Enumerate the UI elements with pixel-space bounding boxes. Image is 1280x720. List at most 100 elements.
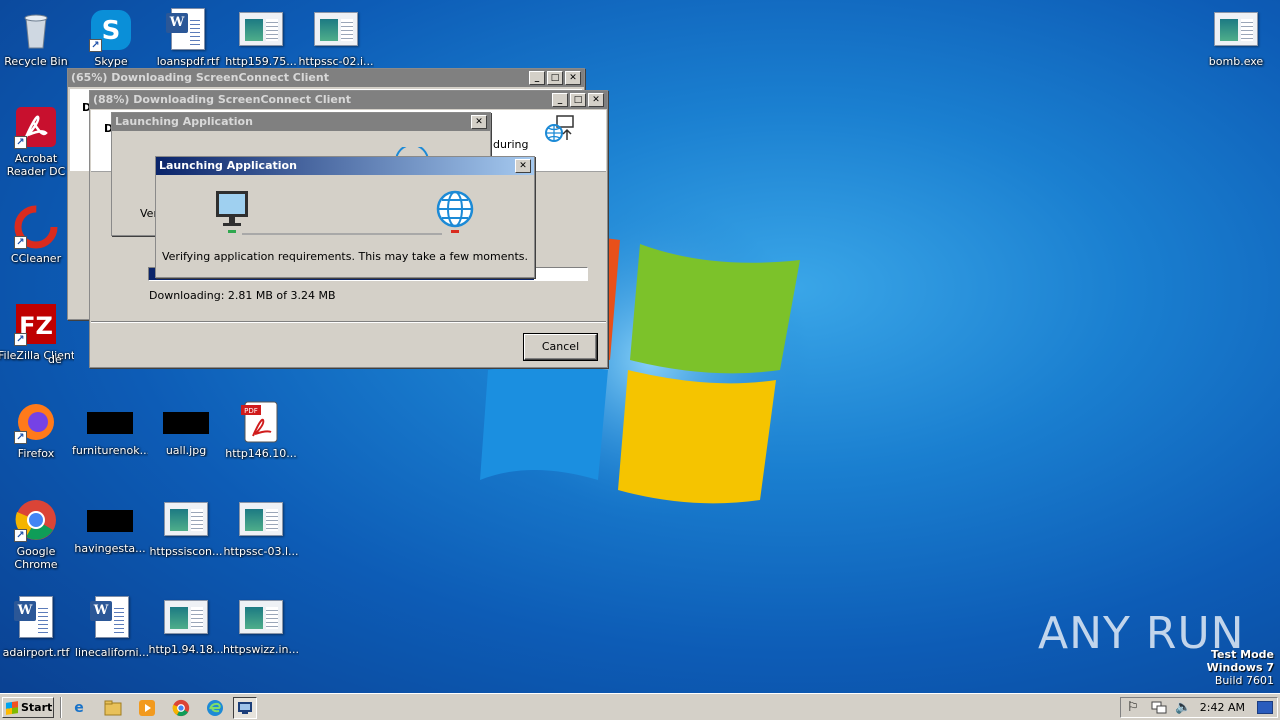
- word-document-icon: W: [90, 596, 129, 638]
- desktop-icon-label: loanspdf.rtf: [156, 55, 220, 68]
- web-file-icon: [239, 600, 283, 634]
- maximize-button[interactable]: □: [547, 71, 563, 85]
- desktop-icon-loanspdf[interactable]: W loanspdf.rtf: [150, 8, 226, 68]
- desktop-icon-skype[interactable]: S ↗ Skype: [73, 8, 149, 68]
- desktop-icon-label: havingesta...: [74, 542, 146, 555]
- window-title-bar[interactable]: Launching Application ✕: [112, 113, 490, 131]
- screenconnect-icon[interactable]: [233, 697, 257, 719]
- maximize-button[interactable]: □: [570, 93, 586, 107]
- ccleaner-icon: ↗: [14, 205, 58, 249]
- desktop-icon-http159[interactable]: http159.75...: [223, 8, 299, 68]
- volume-icon[interactable]: 🔈: [1175, 700, 1191, 715]
- image-thumbnail: [87, 510, 133, 532]
- desktop-icon-label: Acrobat Reader DC: [6, 152, 66, 178]
- edge-icon[interactable]: [204, 698, 226, 718]
- desktop-icon-label: CCleaner: [10, 252, 62, 265]
- web-file-icon: [164, 502, 208, 536]
- close-button[interactable]: ✕: [588, 93, 604, 107]
- desktop-icon-label: de: [48, 353, 62, 366]
- taskbar: Start e ⚐ 🔈 2:42 AM: [0, 693, 1280, 720]
- test-mode-watermark: Test Mode Windows 7 Build 7601: [1207, 648, 1274, 687]
- desktop-icon-uall[interactable]: uall.jpg: [148, 400, 224, 457]
- close-button[interactable]: ✕: [471, 115, 487, 129]
- globe-icon: [436, 190, 474, 233]
- shortcut-arrow-icon: ↗: [14, 136, 27, 149]
- desktop-icon-label: Skype: [94, 55, 128, 68]
- chrome-icon: ↗: [14, 498, 58, 542]
- connection-line: [242, 233, 442, 235]
- desktop-icon-label: uall.jpg: [165, 444, 207, 457]
- desktop-icon-de[interactable]: de: [48, 350, 78, 366]
- shortcut-arrow-icon: ↗: [89, 39, 102, 52]
- desktop-icon-firefox[interactable]: ↗ Firefox: [0, 400, 74, 460]
- window-title: (88%) Downloading ScreenConnect Client: [93, 93, 351, 106]
- desktop-icon-label: linecaliforni...: [74, 646, 150, 659]
- svg-text:PDF: PDF: [244, 407, 258, 415]
- desktop-icon-linecalifornia[interactable]: W linecaliforni...: [74, 596, 150, 659]
- status-message: Verifying application requirements. This…: [161, 250, 529, 263]
- minimize-button[interactable]: _: [552, 93, 568, 107]
- web-file-icon: [239, 502, 283, 536]
- window-title-bar[interactable]: (65%) Downloading ScreenConnect Client _…: [68, 69, 584, 87]
- windows-flag-icon: [6, 701, 18, 715]
- window-title: Launching Application: [159, 159, 297, 172]
- desktop-icon-havingesta[interactable]: havingesta...: [72, 498, 148, 555]
- desktop-icon-furniturenok[interactable]: furniturenok...: [72, 400, 148, 457]
- show-desktop-button[interactable]: [1257, 701, 1273, 714]
- desktop-icon-recycle-bin[interactable]: Recycle Bin: [0, 8, 74, 68]
- desktop-icon-httpssiscon[interactable]: httpssiscon...: [148, 498, 224, 558]
- close-button[interactable]: ✕: [565, 71, 581, 85]
- desktop-icon-http146[interactable]: PDF http146.10...: [223, 400, 299, 460]
- svg-text:S: S: [102, 16, 121, 46]
- action-center-flag-icon[interactable]: ⚐: [1127, 700, 1139, 715]
- minimize-button[interactable]: _: [529, 71, 545, 85]
- desktop-icon-ccleaner[interactable]: ↗ CCleaner: [0, 205, 74, 265]
- desktop-icon-httpssc03[interactable]: httpssc-03.l...: [223, 498, 299, 558]
- cancel-button[interactable]: Cancel: [523, 333, 598, 361]
- image-thumbnail: [87, 412, 133, 434]
- application-icon: [1214, 12, 1258, 46]
- footer-divider: [91, 321, 606, 323]
- shortcut-arrow-icon: ↗: [14, 529, 27, 542]
- chrome-icon[interactable]: [170, 698, 192, 718]
- network-icon[interactable]: [1151, 701, 1167, 715]
- desktop-icon-label: furniturenok...: [72, 444, 148, 457]
- remote-connection-icon: [545, 115, 574, 142]
- shortcut-arrow-icon: ↗: [14, 333, 27, 346]
- desktop-icon-adairport[interactable]: W adairport.rtf: [0, 596, 74, 659]
- web-file-icon: [239, 12, 283, 46]
- computer-icon: [216, 191, 248, 233]
- desktop-icon-label: httpswizz.in...: [223, 643, 299, 656]
- skype-icon: S ↗: [89, 8, 133, 52]
- web-file-icon: [314, 12, 358, 46]
- desktop-icon-label: Recycle Bin: [4, 55, 68, 68]
- pdf-icon: PDF: [239, 400, 283, 444]
- desktop-icon-chrome[interactable]: ↗ Google Chrome: [0, 498, 74, 571]
- desktop-icon-label: httpssc-03.l...: [223, 545, 299, 558]
- filezilla-icon: FZ ↗: [14, 302, 58, 346]
- image-thumbnail: [163, 412, 209, 434]
- taskbar-divider: [60, 697, 62, 718]
- close-button[interactable]: ✕: [515, 159, 531, 173]
- ie-icon[interactable]: e: [68, 698, 90, 718]
- launching-application-window[interactable]: Launching Application ✕ Verifying applic…: [155, 156, 535, 278]
- shortcut-arrow-icon: ↗: [14, 236, 27, 249]
- desktop-icon-bomb-exe[interactable]: bomb.exe: [1198, 8, 1274, 68]
- desktop-icon-label: bomb.exe: [1208, 55, 1264, 68]
- desktop-icon-acrobat[interactable]: ↗ Acrobat Reader DC: [0, 105, 74, 178]
- window-title: Launching Application: [115, 115, 253, 128]
- desktop-icon-http194[interactable]: http1.94.18...: [148, 596, 224, 656]
- web-file-icon: [164, 600, 208, 634]
- start-button[interactable]: Start: [2, 697, 54, 718]
- desktop-icon-label: http146.10...: [225, 447, 297, 460]
- start-label: Start: [21, 701, 53, 714]
- system-clock[interactable]: 2:42 AM: [1200, 698, 1245, 717]
- desktop-icon-httpswizz[interactable]: httpswizz.in...: [223, 596, 299, 656]
- word-document-icon: W: [166, 8, 205, 50]
- media-player-icon[interactable]: [136, 698, 158, 718]
- watermark-line: Test Mode: [1211, 648, 1274, 661]
- window-title-bar[interactable]: Launching Application ✕: [156, 157, 534, 175]
- explorer-icon[interactable]: [102, 698, 124, 718]
- window-title-bar[interactable]: (88%) Downloading ScreenConnect Client _…: [90, 91, 607, 109]
- desktop-icon-httpssc02[interactable]: httpssc-02.i...: [298, 8, 374, 68]
